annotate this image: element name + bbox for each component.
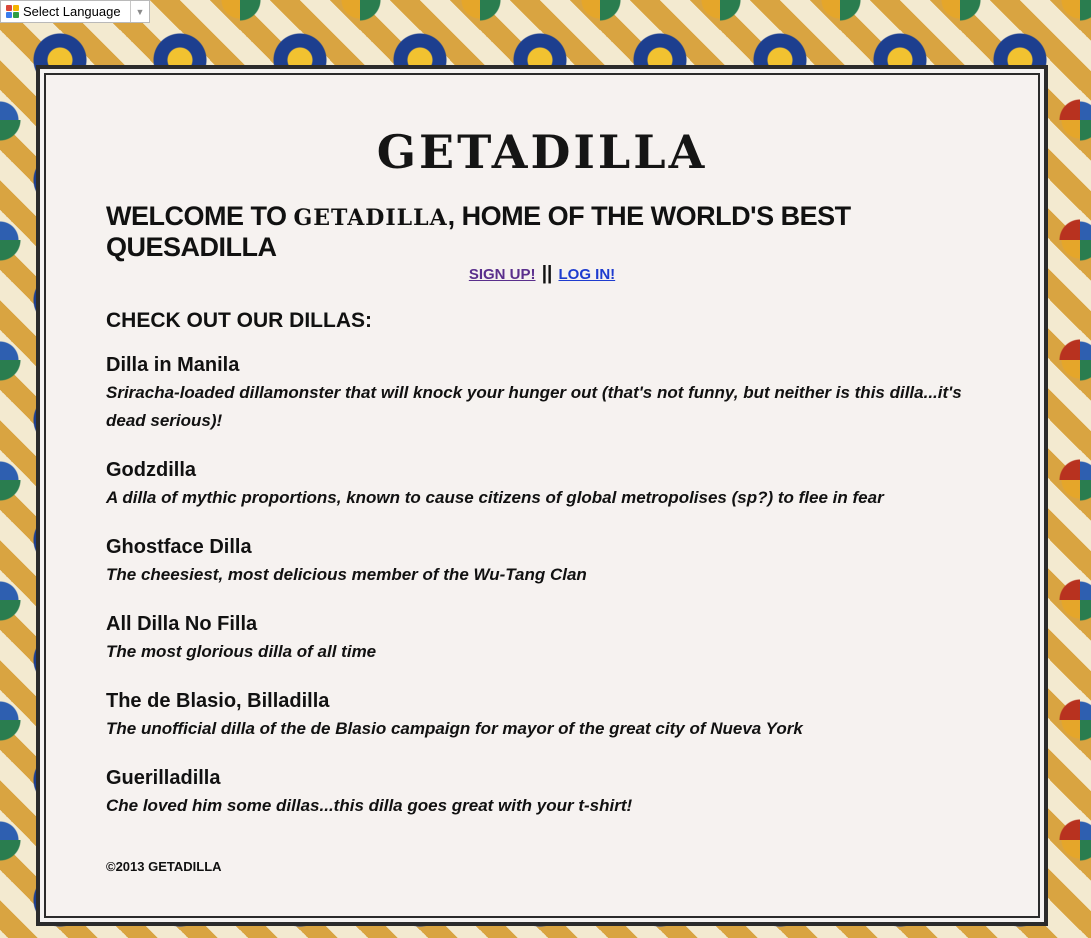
welcome-heading: WELCOME TO GETADILLA, HOME OF THE WORLD'… — [106, 201, 1006, 263]
dilla-list: Dilla in Manila Sriracha-loaded dillamon… — [106, 351, 986, 841]
google-translate-icon — [6, 5, 19, 18]
dilla-name: Ghostface Dilla — [106, 536, 252, 558]
language-selector[interactable]: Select Language ▼ — [0, 0, 150, 23]
dilla-name: Guerilladilla — [106, 767, 221, 789]
dilla-name: The de Blasio, Billadilla — [106, 690, 330, 712]
list-item: The de Blasio, Billadilla The unofficial… — [106, 687, 986, 743]
list-item: Dilla in Manila Sriracha-loaded dillamon… — [106, 351, 986, 435]
login-link[interactable]: LOG IN! — [559, 266, 616, 283]
page: { "translate": { "label": "Select Langua… — [0, 0, 1091, 938]
list-item: Guerilladilla Che loved him some dillas.… — [106, 764, 986, 820]
dilla-name: Dilla in Manila — [106, 354, 240, 376]
dilla-name: All Dilla No Filla — [106, 613, 258, 635]
list-item: Ghostface Dilla The cheesiest, most deli… — [106, 533, 986, 589]
dilla-description: A dilla of mythic proportions, known to … — [106, 488, 884, 507]
list-item: Godzdilla A dilla of mythic proportions,… — [106, 456, 986, 512]
dilla-description: The cheesiest, most delicious member of … — [106, 565, 587, 584]
menu-title: CHECK OUT OUR DILLAS: — [106, 309, 372, 332]
auth-separator: || — [541, 263, 553, 284]
content-panel-inner: GETADILLA WELCOME TO GETADILLA, HOME OF … — [44, 73, 1040, 918]
language-selector-label: Select Language — [23, 4, 121, 19]
auth-links: SIGN UP! || LOG IN! — [46, 263, 1038, 285]
signup-link[interactable]: SIGN UP! — [469, 266, 536, 283]
dilla-name: Godzdilla — [106, 459, 196, 481]
copyright-notice: ©2013 GETADILLA — [106, 859, 222, 874]
site-logo: GETADILLA — [376, 125, 708, 179]
welcome-brand: GETADILLA — [293, 205, 448, 231]
welcome-prefix: WELCOME TO — [106, 201, 294, 231]
list-item: All Dilla No Filla The most glorious dil… — [106, 610, 986, 666]
dropdown-arrow-icon[interactable]: ▼ — [130, 1, 149, 22]
dilla-description: Sriracha-loaded dillamonster that will k… — [106, 383, 962, 430]
dilla-description: Che loved him some dillas...this dilla g… — [106, 796, 633, 815]
dilla-description: The unofficial dilla of the de Blasio ca… — [106, 719, 803, 738]
dilla-description: The most glorious dilla of all time — [106, 642, 377, 661]
content-panel: GETADILLA WELCOME TO GETADILLA, HOME OF … — [36, 65, 1048, 926]
